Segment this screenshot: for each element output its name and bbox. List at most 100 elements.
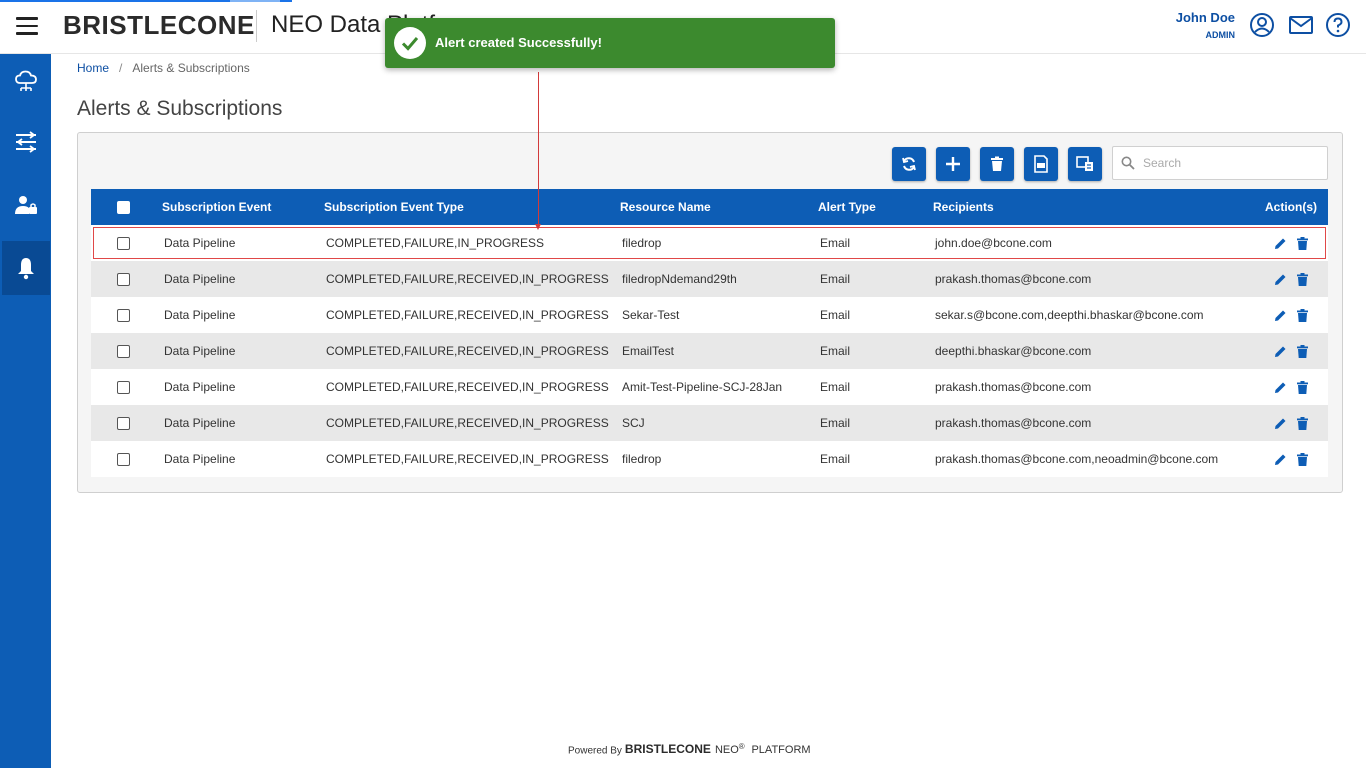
row-actions [1233,344,1328,358]
cell-subscription-event: Data Pipeline [164,344,236,358]
brand-divider [256,10,257,42]
cell-recipients: sekar.s@bcone.com,deepthi.bhaskar@bcone.… [935,308,1204,322]
edit-icon[interactable] [1274,453,1287,466]
annotation-pointer-line [538,72,539,228]
cell-subscription-event-type: COMPLETED,FAILURE,RECEIVED,IN_PROGRESS [326,308,609,322]
breadcrumb-home[interactable]: Home [77,61,109,75]
column-header-subscription-event-type[interactable]: Subscription Event Type [324,189,620,225]
row-checkbox[interactable] [117,381,130,395]
refresh-icon [902,157,916,171]
column-header-recipients[interactable]: Recipients [933,189,1233,225]
cell-alert-type: Email [820,308,851,322]
search-icon [1121,156,1135,175]
table-row: Data Pipeline COMPLETED,FAILURE,RECEIVED,… [91,405,1328,441]
user-settings-icon [14,196,37,214]
table-row: Data Pipeline COMPLETED,FAILURE,RECEIVED,… [91,261,1328,297]
delete-icon[interactable] [1297,380,1308,394]
row-checkbox[interactable] [117,345,130,359]
cell-alert-type: Email [820,344,851,358]
success-toast[interactable]: Alert created Successfully! [385,18,835,68]
edit-icon[interactable] [1274,309,1287,322]
delete-icon[interactable] [1297,416,1308,430]
cell-alert-type: Email [820,452,851,466]
add-icon [946,157,960,171]
table-row: Data Pipeline COMPLETED,FAILURE,IN_PROGRE… [91,225,1328,261]
delete-icon[interactable] [1297,236,1308,250]
add-button[interactable] [936,147,970,181]
bulk-delete-button[interactable] [980,147,1014,181]
delete-icon [991,156,1003,171]
export-xls-button[interactable] [1024,147,1058,181]
cell-subscription-event-type: COMPLETED,FAILURE,IN_PROGRESS [326,236,545,250]
cell-alert-type: Email [820,272,851,286]
account-icon[interactable] [1249,12,1275,38]
edit-icon[interactable] [1274,237,1287,250]
delete-icon[interactable] [1297,272,1308,286]
menu-icon[interactable] [16,17,38,37]
export-xls-icon [1034,155,1048,173]
cell-resource-name: filedrop [622,452,662,466]
delete-icon[interactable] [1297,308,1308,322]
row-checkbox[interactable] [117,309,130,323]
column-settings-button[interactable] [1068,147,1102,181]
edit-icon[interactable] [1274,273,1287,286]
cell-alert-type: Email [820,416,851,430]
cell-subscription-event-type: COMPLETED,FAILURE,RECEIVED,IN_PROGRESS [326,272,609,286]
sidebar-item-user-management[interactable] [0,178,51,232]
breadcrumb: Home / Alerts & Subscriptions [77,61,250,75]
cell-subscription-event-type: COMPLETED,FAILURE,RECEIVED,IN_PROGRESS [326,344,609,358]
search-box[interactable] [1112,146,1328,180]
edit-icon[interactable] [1274,381,1287,394]
toast-message: Alert created Successfully! [435,35,602,50]
search-input[interactable] [1143,154,1313,172]
sidebar-item-cloud[interactable] [0,54,51,108]
user-info[interactable]: John Doe ADMIN [1176,10,1235,40]
column-header-subscription-event[interactable]: Subscription Event [162,189,324,225]
sidebar-item-alerts[interactable] [2,241,50,295]
edit-icon[interactable] [1274,417,1287,430]
mail-icon[interactable] [1288,12,1314,38]
cell-resource-name: Amit-Test-Pipeline-SCJ-28Jan [622,380,783,394]
cell-subscription-event-type: COMPLETED,FAILURE,RECEIVED,IN_PROGRESS [326,380,609,394]
cell-recipients: prakash.thomas@bcone.com [935,272,1092,286]
cell-recipients: prakash.thomas@bcone.com [935,380,1092,394]
footer-brand: BRISTLECONE [624,742,711,757]
breadcrumb-separator: / [119,61,123,75]
row-actions [1233,380,1328,394]
delete-icon[interactable] [1297,344,1308,358]
row-checkbox[interactable] [117,417,130,431]
cell-subscription-event-type: COMPLETED,FAILURE,RECEIVED,IN_PROGRESS [326,416,609,430]
cell-subscription-event: Data Pipeline [164,380,236,394]
sidebar-item-pipelines[interactable] [0,115,51,169]
select-all-checkbox[interactable] [117,201,130,215]
delete-icon[interactable] [1297,452,1308,466]
cell-recipients: deepthi.bhaskar@bcone.com [935,344,1092,358]
cell-recipients: john.doe@bcone.com [935,236,1052,250]
subscriptions-table: Subscription Event Subscription Event Ty… [91,189,1328,477]
row-checkbox[interactable] [117,453,130,467]
row-actions [1233,236,1328,250]
annotation-pointer-arrowhead [535,224,541,230]
cell-subscription-event: Data Pipeline [164,452,236,466]
footer: Powered By BRISTLECONE NEO® PLATFORM [568,742,811,756]
help-icon[interactable] [1325,12,1351,38]
footer-powered-by: Powered By [568,745,622,757]
footer-neo: NEO [714,744,739,757]
subscriptions-panel: Subscription Event Subscription Event Ty… [77,132,1343,493]
edit-icon[interactable] [1274,345,1287,358]
row-actions [1233,416,1328,430]
table-row: Data Pipeline COMPLETED,FAILURE,RECEIVED,… [91,297,1328,333]
column-header-resource-name[interactable]: Resource Name [620,189,818,225]
column-header-alert-type[interactable]: Alert Type [818,189,933,225]
cell-recipients: prakash.thomas@bcone.com,neoadmin@bcone.… [935,452,1219,466]
cell-subscription-event: Data Pipeline [164,236,236,250]
row-checkbox[interactable] [117,273,130,287]
cell-resource-name: EmailTest [622,344,675,358]
row-actions [1233,308,1328,322]
cell-alert-type: Email [820,236,851,250]
refresh-button[interactable] [892,147,926,181]
table-header-row: Subscription Event Subscription Event Ty… [91,189,1328,225]
footer-platform: PLATFORM [751,744,811,757]
cell-resource-name: SCJ [622,416,645,430]
row-checkbox[interactable] [117,237,130,251]
